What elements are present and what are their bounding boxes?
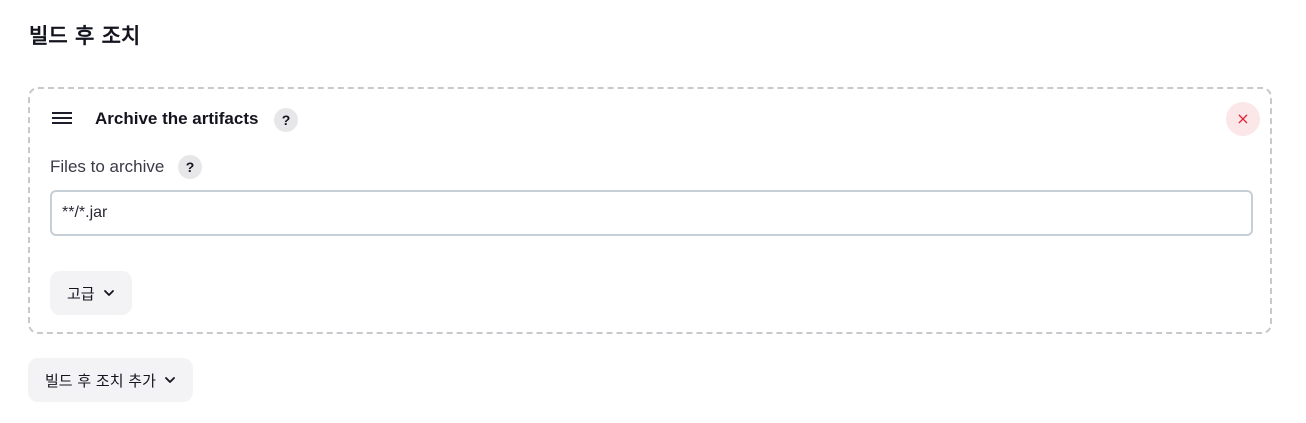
delete-step-button[interactable]: × bbox=[1226, 102, 1260, 136]
files-help-icon[interactable]: ? bbox=[178, 155, 202, 179]
archive-artifacts-step: Archive the artifacts ? × Files to archi… bbox=[28, 87, 1272, 334]
step-title: Archive the artifacts bbox=[95, 109, 259, 128]
add-post-build-action-button[interactable]: 빌드 후 조치 추가 bbox=[28, 358, 193, 402]
advanced-button-label: 고급 bbox=[67, 284, 95, 303]
post-build-actions-page: 빌드 후 조치 Archive the artifacts ? × Files … bbox=[0, 0, 1306, 423]
step-help-icon[interactable]: ? bbox=[274, 108, 298, 132]
section-title: 빌드 후 조치 bbox=[29, 24, 141, 48]
chevron-down-icon bbox=[103, 290, 114, 296]
close-icon: × bbox=[1236, 109, 1250, 128]
drag-handle-icon[interactable] bbox=[52, 112, 72, 126]
chevron-down-icon bbox=[165, 377, 175, 383]
files-to-archive-label: Files to archive bbox=[50, 157, 165, 176]
files-to-archive-input[interactable] bbox=[50, 190, 1253, 236]
add-post-build-action-label: 빌드 후 조치 추가 bbox=[45, 371, 156, 390]
advanced-button[interactable]: 고급 bbox=[50, 271, 132, 315]
